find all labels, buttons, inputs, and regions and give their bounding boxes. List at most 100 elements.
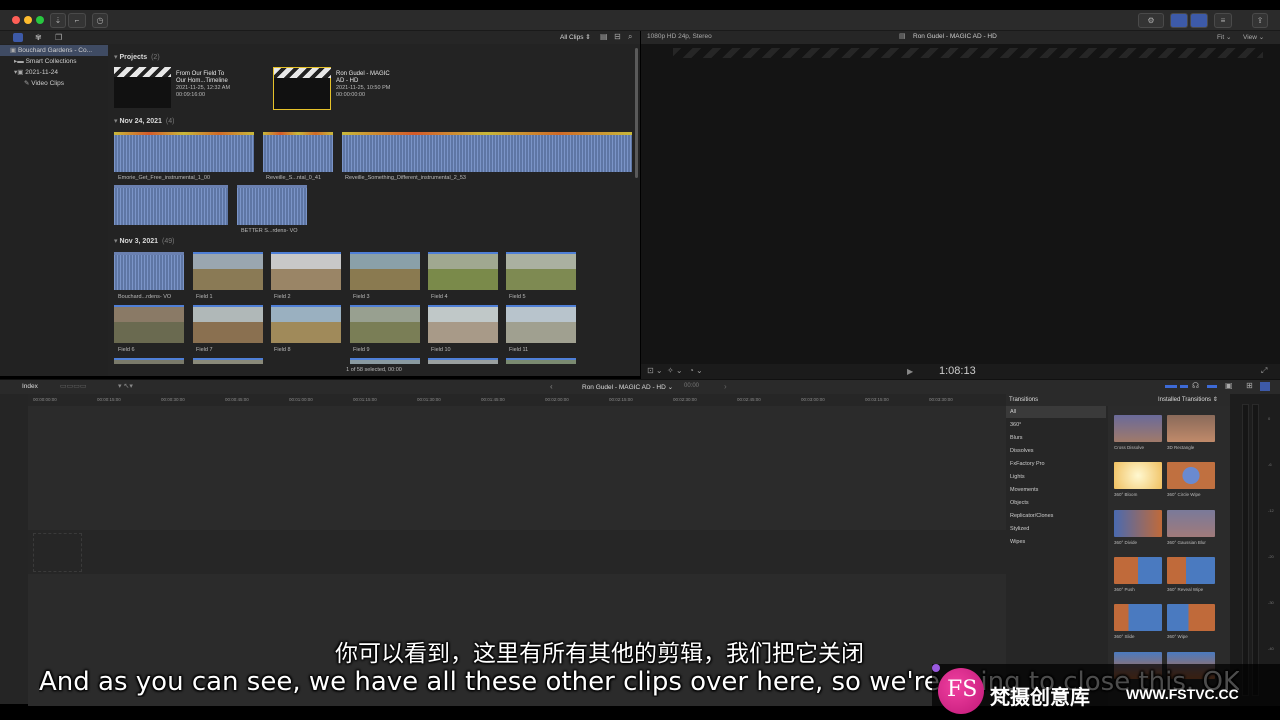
- snapping-icon[interactable]: [1180, 385, 1188, 388]
- primary-storyline[interactable]: [28, 530, 1006, 574]
- solo-icon[interactable]: [1207, 385, 1217, 388]
- audio-clip[interactable]: [342, 132, 632, 172]
- category-movements[interactable]: Movements: [1006, 484, 1106, 496]
- category-360[interactable]: 360°: [1006, 419, 1106, 431]
- transition-thumbnail[interactable]: [1114, 462, 1162, 489]
- video-clip[interactable]: [506, 252, 576, 290]
- sort-icon[interactable]: ⊟: [614, 32, 621, 41]
- view-dropdown[interactable]: View ⌄: [1243, 33, 1264, 41]
- video-clip[interactable]: [193, 305, 263, 343]
- video-clip[interactable]: [350, 305, 420, 343]
- meter-right: [1252, 404, 1259, 696]
- close-window-button[interactable]: [12, 16, 20, 24]
- folder-icon: ▸▬: [14, 58, 24, 65]
- section-nov3[interactable]: ▾ Nov 3, 2021 (49): [114, 237, 174, 245]
- share-icon[interactable]: ⇪: [1252, 13, 1268, 28]
- library-item-event[interactable]: ▾▣ 2021-11-24: [0, 67, 108, 78]
- category-replicator[interactable]: Replicator/Clones: [1006, 510, 1106, 522]
- headphones-icon[interactable]: ☊: [1192, 381, 1199, 390]
- category-stylized[interactable]: Stylized: [1006, 523, 1106, 535]
- fullscreen-icon[interactable]: ⤢: [1261, 366, 1267, 376]
- video-clip[interactable]: [428, 252, 498, 290]
- audio-clip[interactable]: [114, 252, 184, 290]
- video-clip[interactable]: [428, 305, 498, 343]
- library-item-smart-collections[interactable]: ▸▬ Smart Collections: [0, 56, 108, 67]
- category-lights[interactable]: Lights: [1006, 471, 1106, 483]
- viewer-title: Ron Gudel - MAGIC AD - HD: [913, 33, 997, 40]
- video-clip[interactable]: [114, 305, 184, 343]
- forward-icon[interactable]: ›: [724, 382, 727, 391]
- layout-timeline-icon[interactable]: [1190, 13, 1208, 28]
- photos-icon[interactable]: ✾: [35, 33, 45, 42]
- project-thumbnail[interactable]: [114, 67, 171, 108]
- transition-thumbnail[interactable]: [1167, 462, 1215, 489]
- import-icon[interactable]: ⇣: [50, 13, 66, 28]
- audio-clip[interactable]: [114, 185, 228, 225]
- arrow-tool-icon[interactable]: ▾ ↖▾: [118, 382, 133, 390]
- project-thumbnail-selected[interactable]: [273, 67, 331, 110]
- clip-appearance-icon[interactable]: ⊞: [1246, 381, 1253, 390]
- transition-thumbnail[interactable]: [1167, 604, 1215, 631]
- enhance-icon[interactable]: ⚙: [1138, 13, 1164, 28]
- audio-clip[interactable]: [114, 132, 254, 172]
- category-all[interactable]: All: [1006, 406, 1106, 418]
- category-objects[interactable]: Objects: [1006, 497, 1106, 509]
- connect-icon[interactable]: ▭▭▭▭: [60, 382, 86, 390]
- search-icon[interactable]: ⌕: [628, 32, 632, 42]
- clip-appearance-icon[interactable]: ▤: [600, 32, 608, 41]
- transition-thumbnail[interactable]: [1114, 510, 1162, 537]
- browser-scrollbar[interactable]: [635, 48, 638, 178]
- section-nov24[interactable]: ▾ Nov 24, 2021 (4): [114, 117, 174, 125]
- transition-thumbnail[interactable]: [1167, 415, 1215, 442]
- transitions-browser-icon[interactable]: [1260, 382, 1270, 391]
- category-wipes[interactable]: Wipes: [1006, 536, 1106, 548]
- category-dissolves[interactable]: Dissolves: [1006, 445, 1106, 457]
- minimize-window-button[interactable]: [24, 16, 32, 24]
- keyword-icon[interactable]: ⌐: [68, 13, 86, 28]
- enhance-icon[interactable]: ✧ ⌄: [667, 366, 683, 375]
- browser-toolbar: All Clips ⇕ ▤ ⊟ ⌕: [108, 31, 640, 44]
- library-item-bouchard[interactable]: ▣ Bouchard Gardens - Co...: [0, 45, 108, 56]
- timeline-toolbar: Index ▭▭▭▭ ▾ ↖▾ ‹ Ron Gudel - MAGIC AD -…: [0, 379, 1280, 394]
- category-fxfactory[interactable]: FxFactory Pro: [1006, 458, 1106, 470]
- clip-label: Field 2: [274, 294, 291, 300]
- video-clip[interactable]: [271, 252, 341, 290]
- video-clip[interactable]: [506, 305, 576, 343]
- timeline-ruler[interactable]: 00:00:00:00 00:00:15:00 00:00:30:00 00:0…: [28, 394, 1006, 406]
- transition-thumbnail[interactable]: [1167, 510, 1215, 537]
- layout-browser-icon[interactable]: [1170, 13, 1188, 28]
- empty-clip-slot[interactable]: [33, 533, 82, 572]
- inspector-icon[interactable]: ≡: [1214, 13, 1232, 28]
- audio-clip[interactable]: [237, 185, 307, 225]
- play-icon[interactable]: ▶: [907, 367, 913, 376]
- transform-icon[interactable]: ⊡ ⌄: [647, 366, 663, 375]
- transition-thumbnail[interactable]: [1114, 604, 1162, 631]
- skimming-icon[interactable]: [1165, 385, 1177, 388]
- timeline-index-button[interactable]: Index: [22, 383, 38, 390]
- section-projects[interactable]: ▾ Projects (2): [114, 53, 160, 61]
- transition-thumbnail[interactable]: [1114, 415, 1162, 442]
- installed-transitions-dropdown[interactable]: Installed Transitions ⇕: [1158, 394, 1218, 406]
- video-clip[interactable]: [350, 252, 420, 290]
- transition-label: 3D Rectangle: [1167, 445, 1195, 450]
- library-item-video-clips[interactable]: ✎ Video Clips: [0, 78, 108, 89]
- transition-thumbnail[interactable]: [1114, 557, 1162, 584]
- timeline-project[interactable]: Ron Gudel - MAGIC AD - HD ⌄: [582, 383, 673, 391]
- back-icon[interactable]: ‹: [550, 382, 553, 391]
- clip-filter-dropdown[interactable]: All Clips ⇕: [560, 33, 591, 41]
- zoom-window-button[interactable]: [36, 16, 44, 24]
- titles-icon[interactable]: ❐: [55, 33, 65, 42]
- speed-icon[interactable]: ◔ ⌄: [689, 366, 703, 375]
- transition-label: 360° Circle Wipe: [1167, 492, 1201, 497]
- transition-thumbnail[interactable]: [1167, 557, 1215, 584]
- category-blurs[interactable]: Blurs: [1006, 432, 1106, 444]
- zoom-dropdown[interactable]: Fit ⌄: [1217, 33, 1231, 41]
- video-clip[interactable]: [193, 252, 263, 290]
- viewer-canvas[interactable]: [641, 44, 1280, 364]
- audio-clip[interactable]: [263, 132, 333, 172]
- effects-browser-icon[interactable]: ▣: [1225, 381, 1233, 390]
- libraries-icon[interactable]: [13, 33, 23, 42]
- video-clip[interactable]: [271, 305, 341, 343]
- timecode-display[interactable]: 1:08:13: [939, 365, 976, 377]
- background-tasks-icon[interactable]: ◷: [92, 13, 108, 28]
